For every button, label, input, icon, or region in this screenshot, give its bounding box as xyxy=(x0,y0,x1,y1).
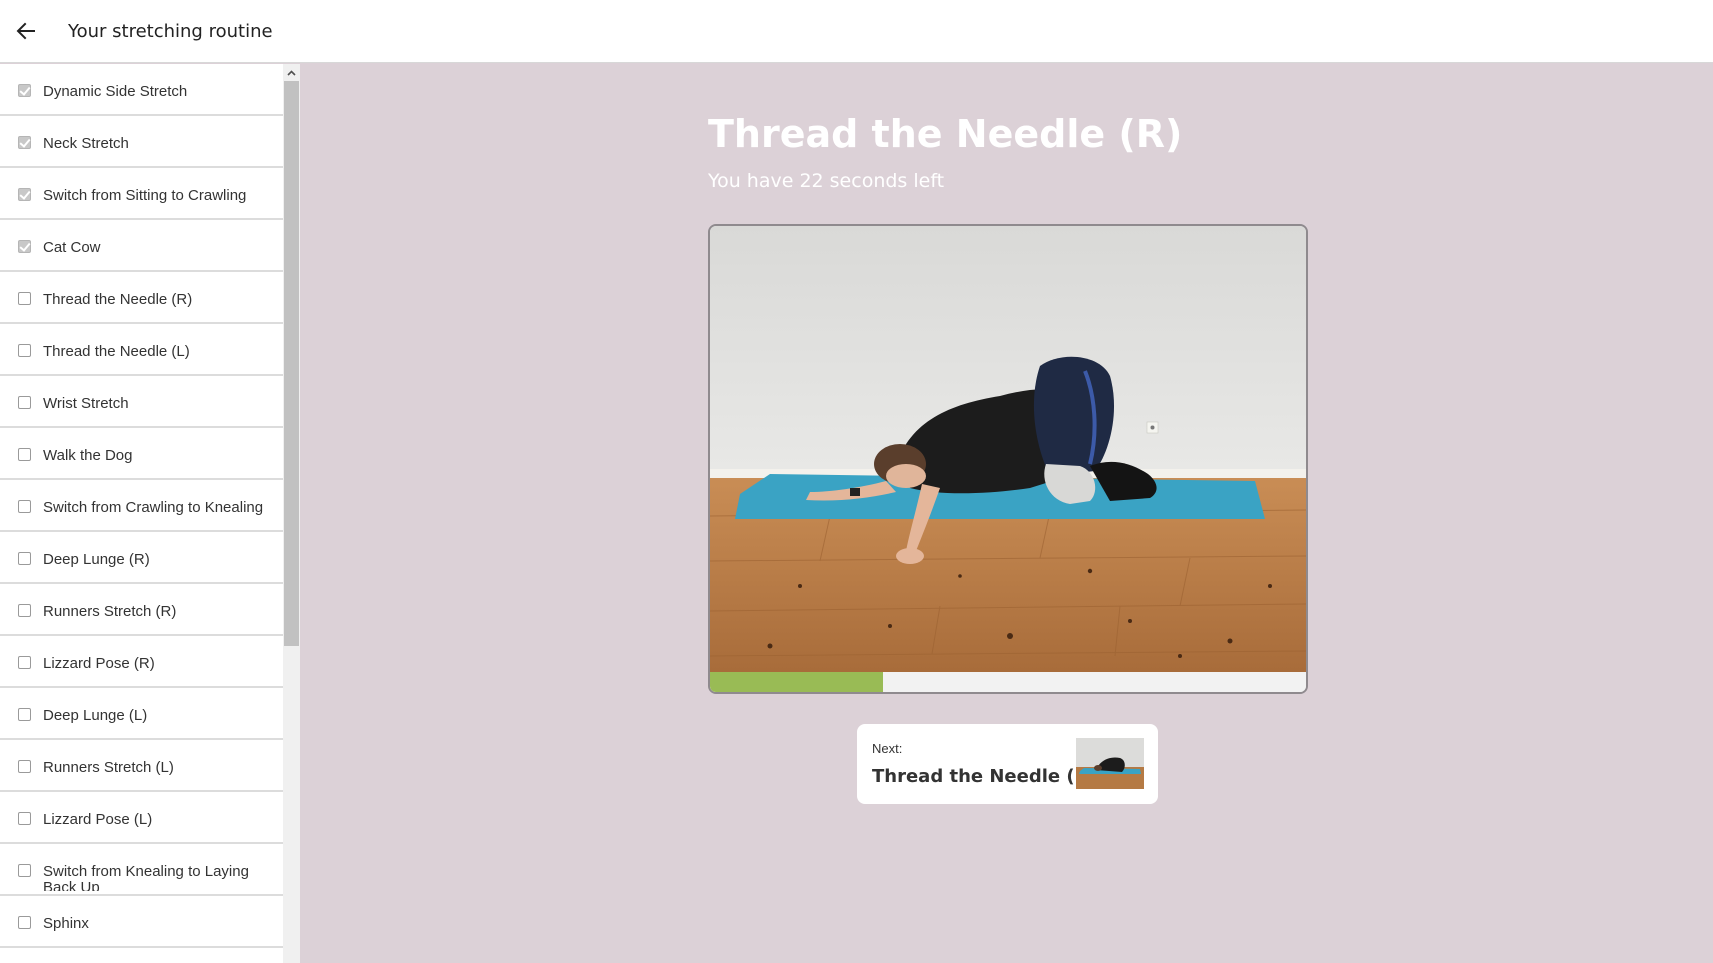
exercise-list-item[interactable]: Neck Stretch xyxy=(0,116,283,168)
chevron-up-icon xyxy=(287,69,296,76)
exercise-photo xyxy=(710,226,1306,672)
exercise-list-item-label: Cat Cow xyxy=(43,240,101,256)
unchecked-checkbox[interactable] xyxy=(18,604,31,617)
exercise-list-item-label: Thread the Needle (R) xyxy=(43,292,193,308)
progress-bar-fill xyxy=(710,672,883,692)
exercise-list-item-label: Runners Stretch (R) xyxy=(43,604,177,620)
next-exercise-thumbnail xyxy=(1076,738,1144,789)
progress-bar xyxy=(710,672,1306,692)
unchecked-checkbox[interactable] xyxy=(18,864,31,877)
exercise-list-item[interactable]: Runners Stretch (R) xyxy=(0,584,283,636)
time-remaining: You have 22 seconds left xyxy=(708,170,945,192)
exercise-list-item[interactable]: Lizzard Pose (R) xyxy=(0,636,283,688)
exercise-list-item[interactable]: Deep Lunge (R) xyxy=(0,532,283,584)
back-button[interactable] xyxy=(0,0,52,63)
exercise-list-item[interactable]: Sphinx xyxy=(0,896,283,948)
exercise-list-item-label: Lizzard Pose (L) xyxy=(43,812,153,828)
checked-checkbox[interactable] xyxy=(18,136,31,149)
exercise-list-item-label: Dynamic Side Stretch xyxy=(43,84,188,100)
unchecked-checkbox[interactable] xyxy=(18,760,31,773)
exercise-list-item[interactable]: Dynamic Side Stretch xyxy=(0,64,283,116)
unchecked-checkbox[interactable] xyxy=(18,344,31,357)
scroll-up-button[interactable] xyxy=(283,64,300,81)
exercise-list-item[interactable]: Switch from Crawling to Knealing xyxy=(0,480,283,532)
exercise-list-item-label: Sphinx xyxy=(43,916,89,932)
arrow-left-icon xyxy=(16,22,35,40)
exercise-title: Thread the Needle (R) xyxy=(708,112,1183,156)
exercise-list: Dynamic Side Stretch Neck Stretch Switch f… xyxy=(0,64,283,948)
exercise-list-item-label: Switch from Sitting to Crawling xyxy=(43,188,247,204)
exercise-list-item-label: Walk the Dog xyxy=(43,448,133,464)
exercise-list-item-label: Wrist Stretch xyxy=(43,396,129,412)
exercise-list-item-label: Thread the Needle (L) xyxy=(43,344,190,360)
exercise-list-item-label: Runners Stretch (L) xyxy=(43,760,174,776)
exercise-list-item[interactable]: Lizzard Pose (L) xyxy=(0,792,283,844)
page-title: Your stretching routine xyxy=(68,20,273,42)
main-panel: Thread the Needle (R) You have 22 second… xyxy=(300,64,1713,963)
exercise-list-item[interactable]: Thread the Needle (L) xyxy=(0,324,283,376)
exercise-list-item-label: Switch from Knealing to Laying Back Up xyxy=(43,864,249,891)
next-label: Next: xyxy=(872,741,903,756)
unchecked-checkbox[interactable] xyxy=(18,656,31,669)
exercise-list-item[interactable]: Runners Stretch (L) xyxy=(0,740,283,792)
unchecked-checkbox[interactable] xyxy=(18,500,31,513)
exercise-list-item-label: Lizzard Pose (R) xyxy=(43,656,155,672)
unchecked-checkbox[interactable] xyxy=(18,292,31,305)
exercise-list-item[interactable]: Walk the Dog xyxy=(0,428,283,480)
exercise-list-item[interactable]: Cat Cow xyxy=(0,220,283,272)
exercise-media-card xyxy=(708,224,1308,694)
unchecked-checkbox[interactable] xyxy=(18,916,31,929)
unchecked-checkbox[interactable] xyxy=(18,396,31,409)
scrollbar-thumb[interactable] xyxy=(284,81,299,646)
unchecked-checkbox[interactable] xyxy=(18,448,31,461)
exercise-sidebar: Dynamic Side Stretch Neck Stretch Switch f… xyxy=(0,64,300,963)
exercise-list-item[interactable]: Switch from Knealing to Laying Back Up xyxy=(0,844,283,896)
unchecked-checkbox[interactable] xyxy=(18,552,31,565)
exercise-list-item[interactable]: Thread the Needle (R) xyxy=(0,272,283,324)
exercise-list-item[interactable]: Deep Lunge (L) xyxy=(0,688,283,740)
top-app-bar: Your stretching routine xyxy=(0,0,1713,63)
checked-checkbox[interactable] xyxy=(18,84,31,97)
next-exercise-card[interactable]: Next: Thread the Needle (L) xyxy=(857,724,1158,804)
checked-checkbox[interactable] xyxy=(18,188,31,201)
exercise-list-item-label: Switch from Crawling to Knealing xyxy=(43,500,264,516)
sidebar-scrollbar[interactable] xyxy=(283,64,300,963)
unchecked-checkbox[interactable] xyxy=(18,708,31,721)
exercise-list-item-label: Neck Stretch xyxy=(43,136,129,152)
exercise-list-item-label: Deep Lunge (L) xyxy=(43,708,148,724)
checked-checkbox[interactable] xyxy=(18,240,31,253)
next-exercise-title: Thread the Needle (L) xyxy=(872,766,1095,787)
exercise-list-item[interactable]: Switch from Sitting to Crawling xyxy=(0,168,283,220)
unchecked-checkbox[interactable] xyxy=(18,812,31,825)
exercise-list-item[interactable]: Wrist Stretch xyxy=(0,376,283,428)
exercise-list-item-label: Deep Lunge (R) xyxy=(43,552,150,568)
